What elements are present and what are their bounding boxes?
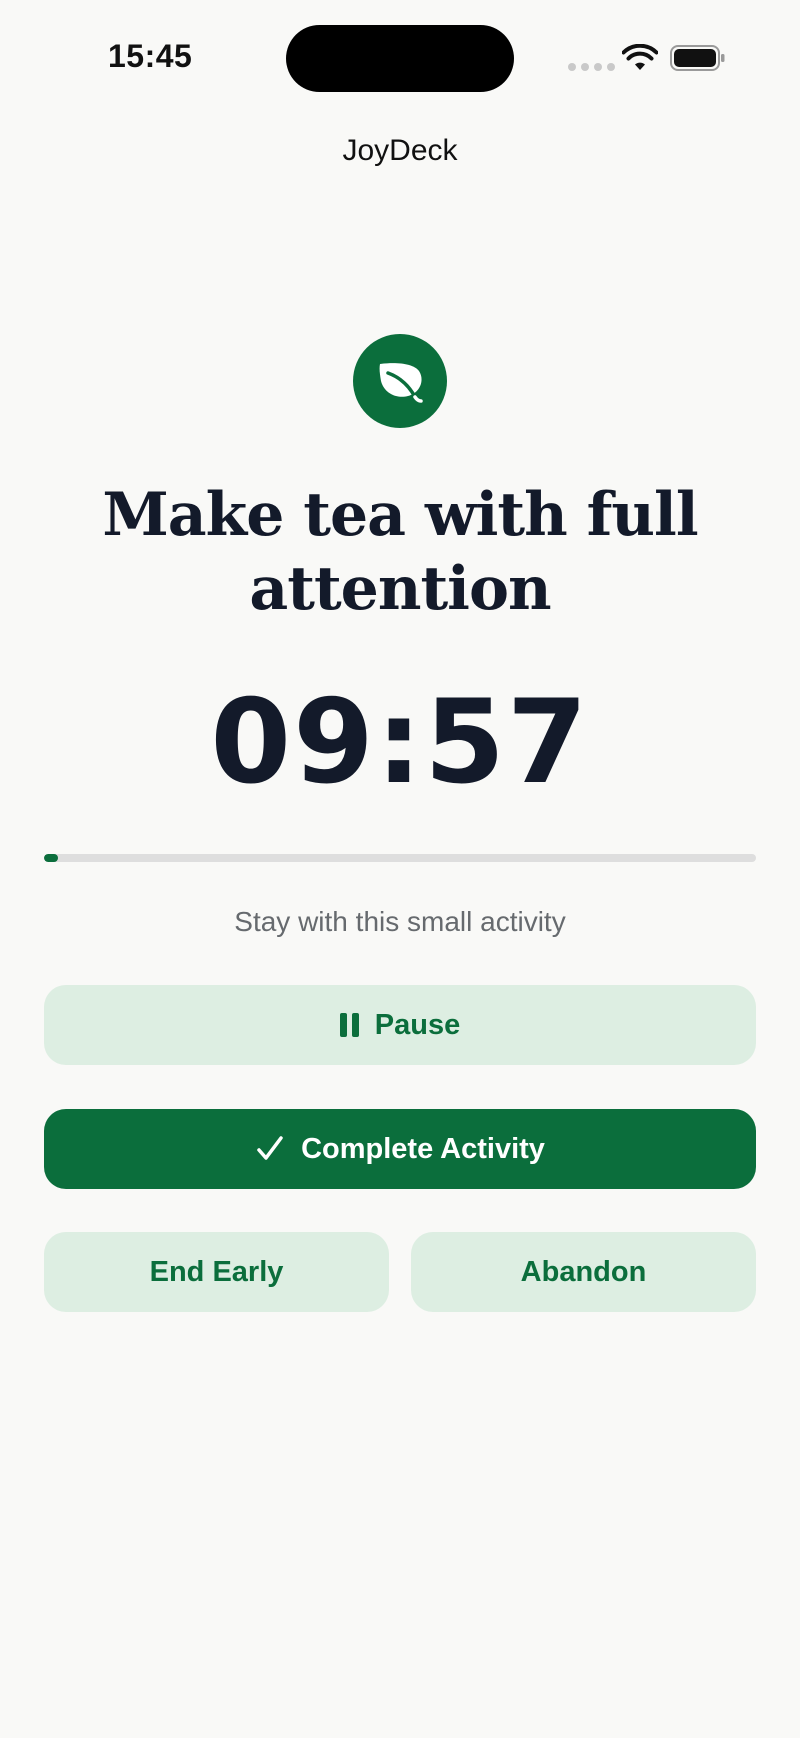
activity-title: Make tea with full attention — [102, 480, 698, 624]
activity-badge — [353, 334, 447, 428]
status-time: 15:45 — [108, 38, 193, 74]
leaf-icon — [379, 363, 423, 403]
countdown-timer: 09:57 — [210, 675, 590, 810]
battery-icon — [670, 45, 725, 71]
wifi-icon — [622, 44, 658, 70]
complete-activity-button[interactable]: Complete Activity — [44, 1109, 756, 1189]
pause-icon — [339, 1013, 359, 1037]
abandon-label: Abandon — [520, 1255, 647, 1288]
end-early-label: End Early — [149, 1255, 284, 1288]
app-title: JoyDeck — [342, 134, 458, 167]
dynamic-island — [286, 25, 514, 92]
checkmark-icon — [257, 1136, 283, 1160]
end-early-button[interactable]: End Early — [44, 1232, 389, 1312]
activity-subtitle: Stay with this small activity — [234, 906, 566, 937]
progress-fill — [44, 854, 59, 862]
complete-activity-label: Complete Activity — [301, 1132, 545, 1165]
pause-button[interactable]: Pause — [44, 985, 756, 1065]
progress-bar — [44, 854, 756, 862]
cellular-dots-icon — [568, 63, 615, 71]
activity-screen: 15:45 JoyDeck Make tea with full attenti… — [0, 0, 800, 1738]
abandon-button[interactable]: Abandon — [411, 1232, 756, 1312]
pause-button-label: Pause — [374, 1008, 461, 1041]
